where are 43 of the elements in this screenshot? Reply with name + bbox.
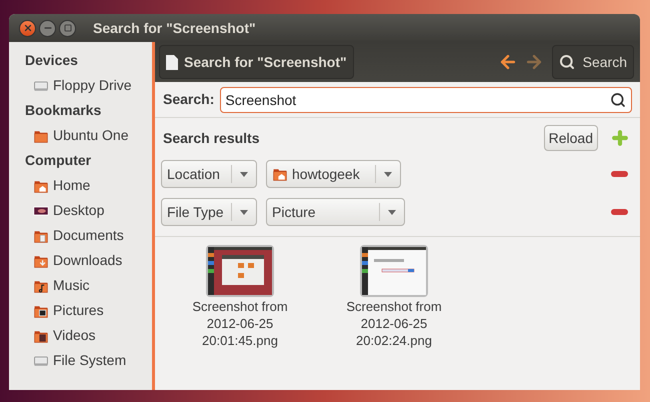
search-field[interactable]: Screenshot: [220, 86, 632, 112]
sidebar-item[interactable]: Desktop: [9, 198, 152, 223]
location-button[interactable]: Search for "Screenshot": [159, 45, 354, 79]
caret-icon: [240, 210, 248, 214]
caret-icon: [384, 172, 392, 176]
close-button[interactable]: [19, 20, 36, 36]
sidebar-item[interactable]: Home: [9, 173, 152, 198]
search-label: Search:: [163, 90, 214, 109]
remove-icon[interactable]: [611, 171, 628, 177]
file-item[interactable]: Screenshot from 2012-06-25 20:02:24.png: [317, 245, 471, 349]
maximize-button[interactable]: [59, 20, 76, 36]
dropdown[interactable]: File Type: [161, 198, 257, 226]
sidebar-heading: Computer: [24, 151, 92, 170]
reload-button[interactable]: Reload: [544, 125, 598, 151]
file-item[interactable]: Screenshot from 2012-06-25 20:01:45.png: [163, 245, 317, 349]
minimize-button[interactable]: [39, 20, 56, 36]
sidebar-item[interactable]: Videos: [9, 323, 152, 348]
sidebar-item[interactable]: File System: [9, 348, 152, 373]
caret-icon: [388, 210, 396, 214]
sidebar-item[interactable]: Floppy Drive: [9, 73, 152, 98]
search-icon: [610, 92, 626, 108]
sidebar-item[interactable]: Documents: [9, 223, 152, 248]
dropdown[interactable]: howtogeek: [266, 160, 401, 188]
remove-icon[interactable]: [611, 209, 628, 215]
folder-icon: [272, 166, 288, 182]
caret-icon: [240, 172, 248, 176]
dropdown[interactable]: Location: [161, 160, 257, 188]
sidebar-item[interactable]: Pictures: [9, 298, 152, 323]
maximize-icon: [64, 24, 72, 32]
sidebar-heading: Bookmarks: [24, 101, 102, 120]
search-icon: [558, 54, 575, 70]
close-icon: [22, 23, 32, 33]
dropdown[interactable]: Picture: [266, 198, 405, 226]
sidebar-item[interactable]: Downloads: [9, 248, 152, 273]
sidebar-item[interactable]: Music: [9, 273, 152, 298]
window-title: Search for "Screenshot": [93, 18, 256, 38]
sidebar-heading: Devices: [24, 51, 79, 70]
section-heading: Search results: [162, 128, 260, 148]
document-icon: [166, 54, 178, 70]
file-name: Screenshot from 2012-06-25 20:02:24.png: [345, 298, 443, 349]
sidebar-item[interactable]: Ubuntu One: [9, 123, 152, 148]
file-name: Screenshot from 2012-06-25 20:01:45.png: [191, 298, 289, 349]
search-button[interactable]: Search: [552, 45, 634, 79]
